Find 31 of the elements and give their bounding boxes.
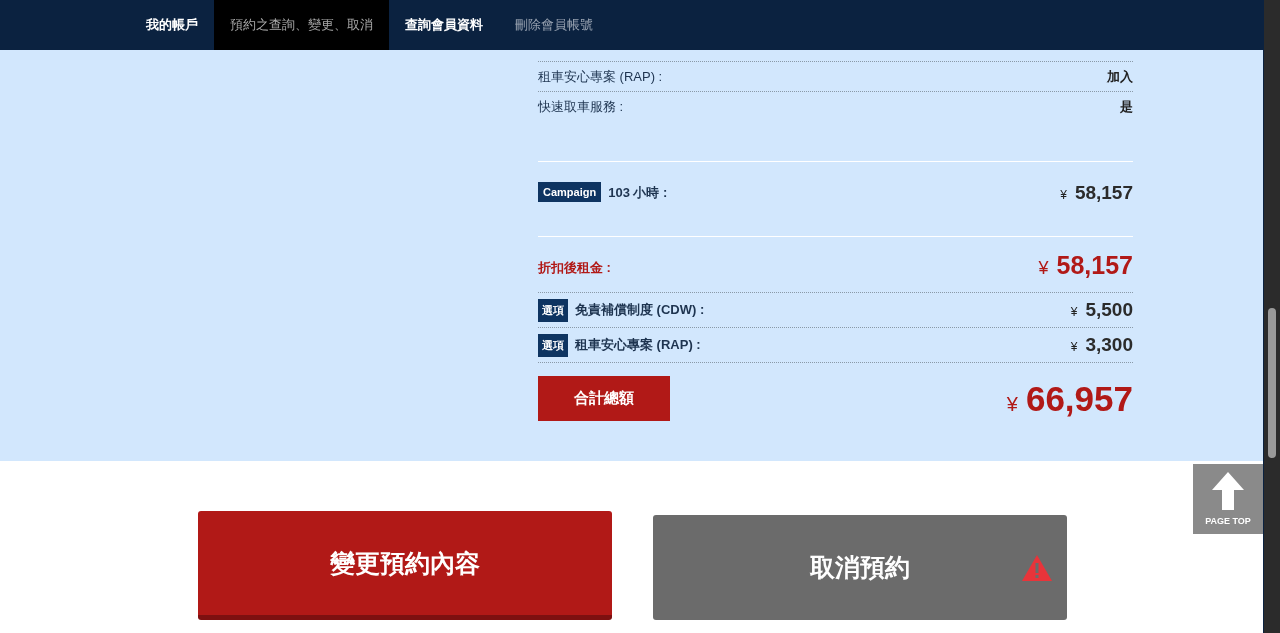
detail-label: 快速取車服務 : xyxy=(538,97,624,116)
currency-symbol: ¥ xyxy=(1070,340,1078,354)
currency-symbol: ¥ xyxy=(1038,258,1049,279)
currency-symbol: ¥ xyxy=(1070,305,1078,319)
detail-value: 是 xyxy=(1120,97,1133,116)
price-amount: 5,500 xyxy=(1085,299,1133,321)
scrollbar[interactable] xyxy=(1263,0,1280,633)
price-amount: 58,157 xyxy=(1074,182,1133,204)
total-amount: 66,957 xyxy=(1025,378,1133,419)
cancel-reservation-button[interactable]: 取消預約 xyxy=(653,515,1067,620)
nav-tab[interactable]: 查詢會員資料 xyxy=(389,0,499,50)
nav-tab[interactable]: 預約之查詢、變更、取消 xyxy=(214,0,389,50)
currency-symbol: ¥ xyxy=(1060,188,1067,202)
detail-label: 租車安心專案 (RAP) : xyxy=(538,67,663,86)
campaign-badge: Campaign xyxy=(538,182,602,202)
up-arrow-icon xyxy=(1212,472,1244,510)
detail-value: 加入 xyxy=(1107,67,1133,86)
scrollbar-thumb[interactable] xyxy=(1268,308,1276,458)
nav-tab[interactable]: 我的帳戶 xyxy=(130,0,214,50)
price-label: 免責補償制度 (CDW) : xyxy=(575,301,705,319)
option-badge: 選項 xyxy=(538,299,568,322)
warning-icon xyxy=(1021,554,1053,582)
price-label: 103 小時 : xyxy=(608,184,668,202)
price-label: 租車安心專案 (RAP) : xyxy=(575,336,701,354)
option-badge: 選項 xyxy=(538,334,568,357)
currency-symbol: ¥ xyxy=(1006,392,1018,416)
price-amount: 3,300 xyxy=(1085,334,1133,356)
price-amount: 58,157 xyxy=(1056,251,1133,280)
change-reservation-button[interactable]: 變更預約內容 xyxy=(198,511,612,620)
price-label: 折扣後租金 : xyxy=(538,259,611,277)
total-label: 合計總額 xyxy=(538,376,670,421)
